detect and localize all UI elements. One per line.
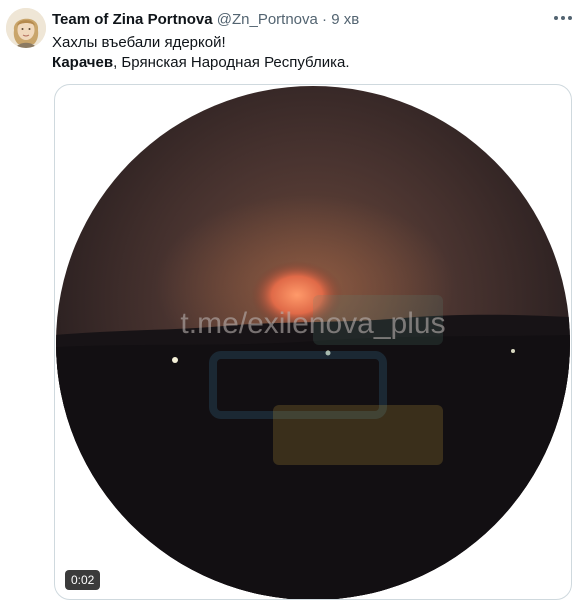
- tweet-header: Team of Zina Portnova @Zn_Portnova · 9 х…: [52, 11, 576, 29]
- display-name[interactable]: Team of Zina Portnova: [52, 11, 213, 28]
- location-bold: Карачев: [52, 54, 114, 71]
- more-icon[interactable]: [550, 9, 576, 27]
- separator-dot: ·: [322, 11, 328, 28]
- user-handle[interactable]: @Zn_Portnova: [217, 11, 318, 28]
- location-rest: , Брянская Народная Республика.: [113, 54, 350, 71]
- video-watermark: t.me/exilenova_plus: [180, 307, 445, 340]
- video-frame: t.me/exilenova_plus: [56, 86, 570, 599]
- video-player[interactable]: t.me/exilenova_plus 0:02: [54, 84, 572, 600]
- tweet-text: Хахлы въебали ядеркой! Карачев, Брянская…: [52, 33, 576, 73]
- tweet-timestamp[interactable]: 9 хв: [331, 11, 359, 28]
- tweet-text-line-2: Карачев, Брянская Народная Республика.: [52, 53, 576, 73]
- tweet-text-line-1: Хахлы въебали ядеркой!: [52, 34, 226, 51]
- avatar[interactable]: [6, 8, 46, 48]
- avatar-image: [6, 8, 46, 48]
- video-duration: 0:02: [65, 570, 101, 590]
